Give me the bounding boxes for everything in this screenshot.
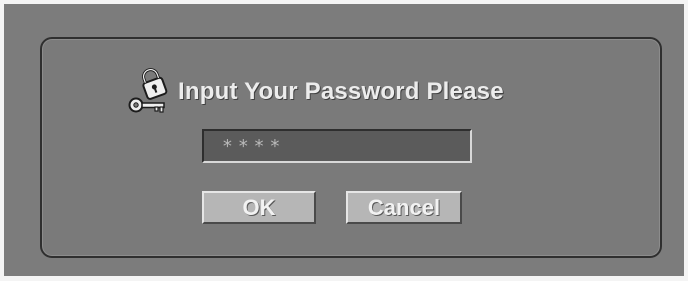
- screen: Input Your Password Please OK Cancel: [0, 0, 688, 281]
- password-input[interactable]: [202, 129, 472, 163]
- dialog-title: Input Your Password Please: [178, 78, 504, 105]
- dialog-header: Input Your Password Please: [126, 68, 504, 116]
- key-lock-icon: [126, 68, 174, 116]
- cancel-button[interactable]: Cancel: [346, 191, 462, 224]
- password-dialog: Input Your Password Please OK Cancel: [40, 37, 662, 258]
- tv-background: Input Your Password Please OK Cancel: [4, 4, 684, 276]
- ok-button[interactable]: OK: [202, 191, 316, 224]
